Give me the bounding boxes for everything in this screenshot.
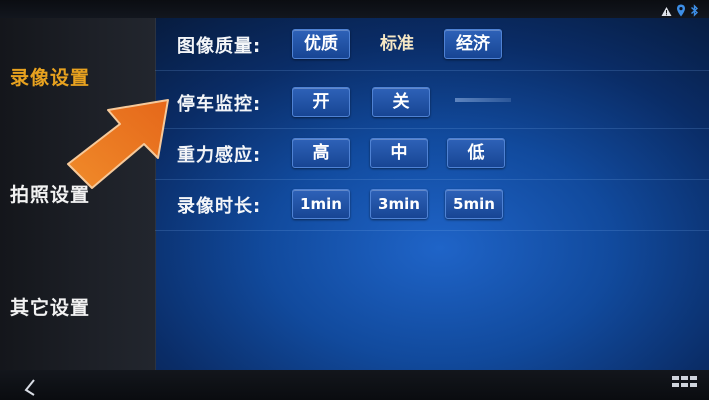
location-icon (676, 2, 686, 21)
gravity-option-medium[interactable]: 中 (370, 138, 428, 168)
duration-option-1min[interactable]: 1min (292, 189, 350, 219)
parking-monitor-row: 停车监控: 开 关 (155, 78, 709, 129)
parking-monitor-option-on[interactable]: 开 (292, 87, 350, 117)
image-quality-label: 图像质量: (177, 36, 262, 57)
duration-option-3min[interactable]: 3min (370, 189, 428, 219)
empty-option-placeholder (455, 98, 511, 102)
app-screen: 录像设置 拍照设置 其它设置 图像质量: 优质 标准 经济 停车监控: 开 关 … (0, 0, 709, 400)
gravity-sensing-label: 重力感应: (177, 145, 262, 166)
duration-option-5min[interactable]: 5min (445, 189, 503, 219)
parking-monitor-label: 停车监控: (177, 94, 262, 115)
image-quality-row: 图像质量: 优质 标准 经济 (155, 20, 709, 71)
warning-icon (661, 2, 672, 21)
record-duration-label: 录像时长: (177, 196, 262, 217)
image-quality-option-standard[interactable]: 标准 (368, 29, 426, 59)
bottom-nav-bar (0, 370, 709, 400)
gravity-option-high[interactable]: 高 (292, 138, 350, 168)
back-icon[interactable] (22, 378, 42, 400)
apps-grid-icon[interactable] (671, 374, 699, 394)
image-quality-option-high[interactable]: 优质 (292, 29, 350, 59)
image-quality-option-economy[interactable]: 经济 (444, 29, 502, 59)
parking-monitor-option-off[interactable]: 关 (372, 87, 430, 117)
pointer-arrow-icon (67, 99, 169, 189)
status-bar (0, 0, 709, 18)
record-duration-row: 录像时长: 1min 3min 5min (155, 180, 709, 231)
gravity-option-low[interactable]: 低 (447, 138, 505, 168)
bluetooth-icon (690, 2, 699, 21)
sidebar-item-other-settings[interactable]: 其它设置 (0, 288, 155, 328)
gravity-sensing-row: 重力感应: 高 中 低 (155, 129, 709, 180)
